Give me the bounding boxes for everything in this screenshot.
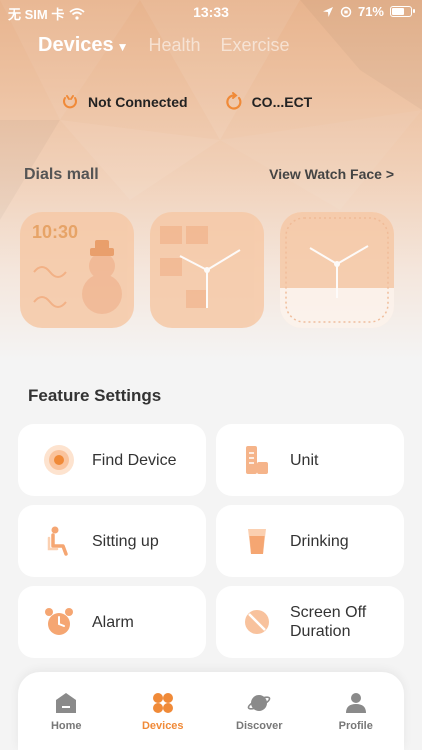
screen-off-duration-card[interactable]: Screen Off Duration xyxy=(216,586,404,658)
caret-down-icon: ▼ xyxy=(116,40,129,54)
connection-status-label: Not Connected xyxy=(88,94,188,110)
dials-header: Dials mall View Watch Face > xyxy=(24,166,394,184)
devices-icon xyxy=(152,693,173,713)
tabbar-devices[interactable]: Devices xyxy=(115,672,212,750)
battery-icon xyxy=(390,6,415,17)
alarm-icon xyxy=(42,605,76,639)
drinking-icon xyxy=(240,524,274,558)
tab-exercise[interactable]: Exercise xyxy=(221,35,290,56)
watch-face-list: 10:30 xyxy=(20,212,394,328)
connect-button[interactable]: CO...ECT xyxy=(224,92,313,112)
unit-label: Unit xyxy=(290,451,319,469)
find-device-icon xyxy=(42,443,76,477)
alarm-label: Alarm xyxy=(92,613,134,631)
unit-icon xyxy=(240,443,274,477)
watch-face-analog[interactable] xyxy=(150,212,264,328)
find-device-card[interactable]: Find Device xyxy=(18,424,206,496)
find-device-label: Find Device xyxy=(92,451,177,469)
tabbar-home-label: Home xyxy=(50,720,82,732)
watch-face-white[interactable] xyxy=(280,212,394,328)
screen-off-icon xyxy=(240,605,274,639)
alarm-card[interactable]: Alarm xyxy=(18,586,206,658)
refresh-icon xyxy=(225,92,242,110)
profile-icon xyxy=(345,693,366,713)
status-bar: 无 SIM 卡 13:33 71% xyxy=(0,0,422,24)
unlink-icon xyxy=(63,95,77,109)
watch-face-time: 10:30 xyxy=(32,222,79,242)
watch-face-snowman[interactable]: 10:30 xyxy=(20,212,134,328)
planet-icon xyxy=(247,695,271,711)
status-right: 71% xyxy=(322,4,415,19)
screen-off-duration-label: Screen Off Duration xyxy=(290,604,367,640)
analog-face-white-icon xyxy=(280,212,394,328)
home-icon xyxy=(56,693,77,713)
analog-face-icon xyxy=(160,226,241,308)
battery-percent: 71% xyxy=(357,4,384,19)
connection-row: Not Connected CO...ECT xyxy=(60,92,312,112)
drinking-card[interactable]: Drinking xyxy=(216,505,404,577)
tabbar-discover-label: Discover xyxy=(236,720,283,732)
view-watch-face-link[interactable]: View Watch Face > xyxy=(269,166,394,184)
tab-devices-label: Devices xyxy=(38,34,114,56)
sitting-up-label: Sitting up xyxy=(92,532,159,550)
dials-title: Dials mall xyxy=(24,166,99,183)
feature-grid: Find Device Unit Sitting up Drinking Ala… xyxy=(18,424,404,658)
location-arrow-icon xyxy=(322,6,333,17)
sitting-icon xyxy=(42,524,76,558)
orientation-lock-icon xyxy=(340,6,352,17)
battery-fill xyxy=(392,8,405,15)
bottom-tab-bar: Home Devices Discover Profile xyxy=(18,672,404,750)
unit-card[interactable]: Unit xyxy=(216,424,404,496)
top-tabs: Devices ▼ Health Exercise xyxy=(38,34,290,57)
tabbar-devices-label: Devices xyxy=(141,720,184,732)
sitting-up-card[interactable]: Sitting up xyxy=(18,505,206,577)
tab-devices[interactable]: Devices ▼ xyxy=(38,34,129,57)
tabbar-home[interactable]: Home xyxy=(18,672,115,750)
connect-button-label: CO...ECT xyxy=(251,94,313,110)
feature-settings-title: Feature Settings xyxy=(28,386,162,405)
tab-health[interactable]: Health xyxy=(149,35,201,56)
drinking-label: Drinking xyxy=(290,532,349,550)
tabbar-discover[interactable]: Discover xyxy=(211,672,308,750)
tabbar-profile[interactable]: Profile xyxy=(308,672,405,750)
connection-status: Not Connected xyxy=(60,92,188,112)
tabbar-profile-label: Profile xyxy=(338,720,373,732)
